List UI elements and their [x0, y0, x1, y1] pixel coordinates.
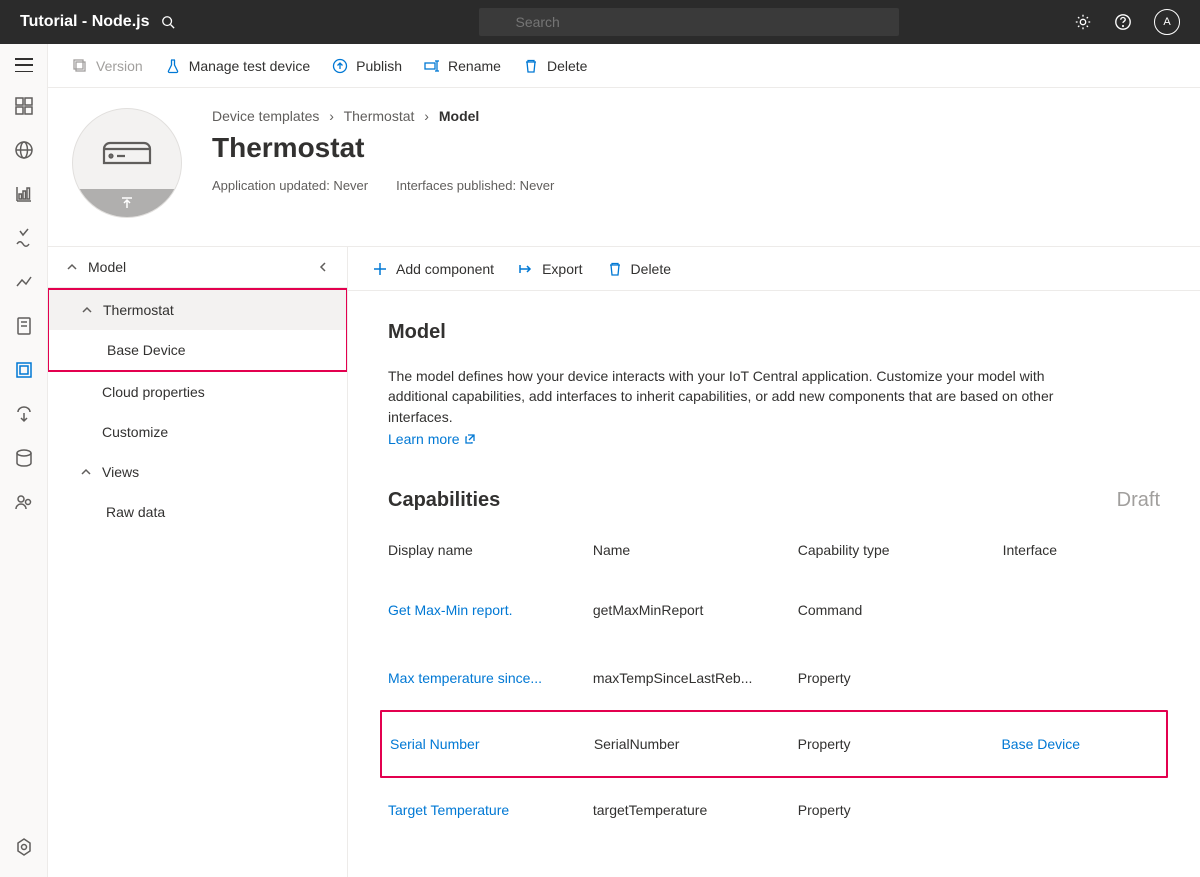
manage-test-device-button[interactable]: Manage test device: [165, 58, 310, 74]
rail-dashboard-icon[interactable]: [14, 96, 34, 116]
export-button[interactable]: Export: [518, 261, 582, 277]
export-icon: [518, 261, 534, 277]
search-input[interactable]: [479, 8, 899, 36]
meta-published: Interfaces published: Never: [396, 178, 554, 193]
capability-name: maxTempSinceLastReb...: [593, 670, 782, 686]
col-capability-type: Capability type: [798, 542, 987, 558]
capabilities-table: Display name Name Capability type Interf…: [388, 534, 1160, 844]
version-button: Version: [72, 58, 143, 74]
table-row[interactable]: Target Temperature targetTemperature Prope…: [388, 776, 1160, 844]
rail-admin-icon[interactable]: [14, 492, 34, 512]
capability-type: Property: [798, 670, 987, 686]
meta-updated: Application updated: Never: [212, 178, 368, 193]
trash-icon: [523, 58, 539, 74]
tree-item-cloud-properties[interactable]: Cloud properties: [48, 372, 347, 412]
help-icon[interactable]: [1114, 13, 1132, 31]
delete-button[interactable]: Delete: [523, 58, 587, 74]
device-image[interactable]: [72, 108, 182, 218]
left-rail: [0, 44, 48, 877]
table-row[interactable]: Serial Number SerialNumber Property Base De…: [390, 714, 1158, 774]
table-header: Display name Name Capability type Interf…: [388, 534, 1160, 576]
chevron-left-icon[interactable]: [317, 261, 329, 273]
trash-icon: [607, 261, 623, 277]
table-row[interactable]: Max temperature since... maxTempSinceLast…: [388, 644, 1160, 712]
tree-item-base-device[interactable]: Base Device: [49, 330, 346, 370]
capability-type: Command: [798, 602, 987, 618]
rail-globe-icon[interactable]: [14, 140, 34, 160]
flask-icon: [165, 58, 181, 74]
add-component-button[interactable]: Add component: [372, 261, 494, 277]
page-title: Thermostat: [212, 132, 554, 164]
publish-icon: [332, 58, 348, 74]
hamburger-icon[interactable]: [15, 58, 33, 72]
highlight-annotation-row: Serial Number SerialNumber Property Base De…: [380, 710, 1168, 778]
capability-name: getMaxMinReport: [593, 602, 782, 618]
breadcrumb-thermostat[interactable]: Thermostat: [344, 108, 415, 124]
upload-icon: [119, 195, 135, 211]
col-display-name: Display name: [388, 542, 577, 558]
gear-icon[interactable]: [1074, 13, 1092, 31]
col-name: Name: [593, 542, 782, 558]
rail-settings-icon[interactable]: [14, 837, 34, 857]
capability-display-name-link[interactable]: Get Max-Min report.: [388, 602, 577, 618]
rename-icon: [424, 58, 440, 74]
top-bar: Tutorial - Node.js A: [0, 0, 1200, 44]
capability-type: Property: [798, 736, 986, 752]
capability-display-name-link[interactable]: Max temperature since...: [388, 670, 577, 686]
highlight-annotation-group: Thermostat Base Device: [48, 288, 348, 372]
rail-rules-icon[interactable]: [14, 228, 34, 248]
rail-jobs-icon[interactable]: [14, 316, 34, 336]
version-icon: [72, 58, 88, 74]
rail-templates-icon[interactable]: [14, 360, 34, 380]
tree-item-views[interactable]: Views: [48, 452, 347, 492]
top-icons: A: [1074, 9, 1180, 35]
chevron-up-icon: [80, 466, 92, 478]
model-description: The model defines how your device intera…: [388, 366, 1108, 427]
rename-button[interactable]: Rename: [424, 58, 501, 74]
capability-interface[interactable]: Base Device: [1001, 736, 1158, 752]
rail-chart-icon[interactable]: [14, 184, 34, 204]
tree-item-raw-data[interactable]: Raw data: [48, 492, 347, 532]
content-command-bar: Add component Export Delete: [348, 247, 1200, 291]
chevron-up-icon: [81, 304, 93, 316]
capability-type: Property: [798, 802, 987, 818]
tree-model-header[interactable]: Model: [48, 247, 347, 288]
search-icon: [161, 15, 175, 29]
status-badge: Draft: [1117, 489, 1160, 512]
breadcrumb-device-templates[interactable]: Device templates: [212, 108, 319, 124]
plus-icon: [372, 261, 388, 277]
breadcrumb-current: Model: [439, 108, 479, 124]
avatar[interactable]: A: [1154, 9, 1180, 35]
model-section-title: Model: [388, 321, 1160, 344]
chevron-up-icon: [66, 261, 78, 273]
capability-name: SerialNumber: [594, 736, 782, 752]
external-link-icon: [464, 433, 476, 445]
command-bar: Version Manage test device Publish Renam…: [48, 44, 1200, 88]
rail-analytics-icon[interactable]: [14, 272, 34, 292]
table-row[interactable]: Get Max-Min report. getMaxMinReport Comman…: [388, 576, 1160, 644]
side-tree: Model Thermostat Base Device Cloud prope…: [48, 247, 348, 877]
capability-display-name-link[interactable]: Target Temperature: [388, 802, 577, 818]
device-icon: [101, 135, 153, 169]
rail-export-icon[interactable]: [14, 404, 34, 424]
capability-display-name-link[interactable]: Serial Number: [390, 736, 578, 752]
rail-storage-icon[interactable]: [14, 448, 34, 468]
app-title: Tutorial - Node.js: [20, 13, 149, 31]
search-wrap: [149, 8, 899, 36]
delete-model-button[interactable]: Delete: [607, 261, 671, 277]
col-interface: Interface: [1003, 542, 1160, 558]
capabilities-title: Capabilities: [388, 489, 500, 512]
tree-item-thermostat[interactable]: Thermostat: [49, 290, 346, 330]
breadcrumb: Device templates › Thermostat › Model: [212, 108, 554, 124]
learn-more-link[interactable]: Learn more: [388, 431, 476, 447]
publish-button[interactable]: Publish: [332, 58, 402, 74]
capability-name: targetTemperature: [593, 802, 782, 818]
tree-item-customize[interactable]: Customize: [48, 412, 347, 452]
